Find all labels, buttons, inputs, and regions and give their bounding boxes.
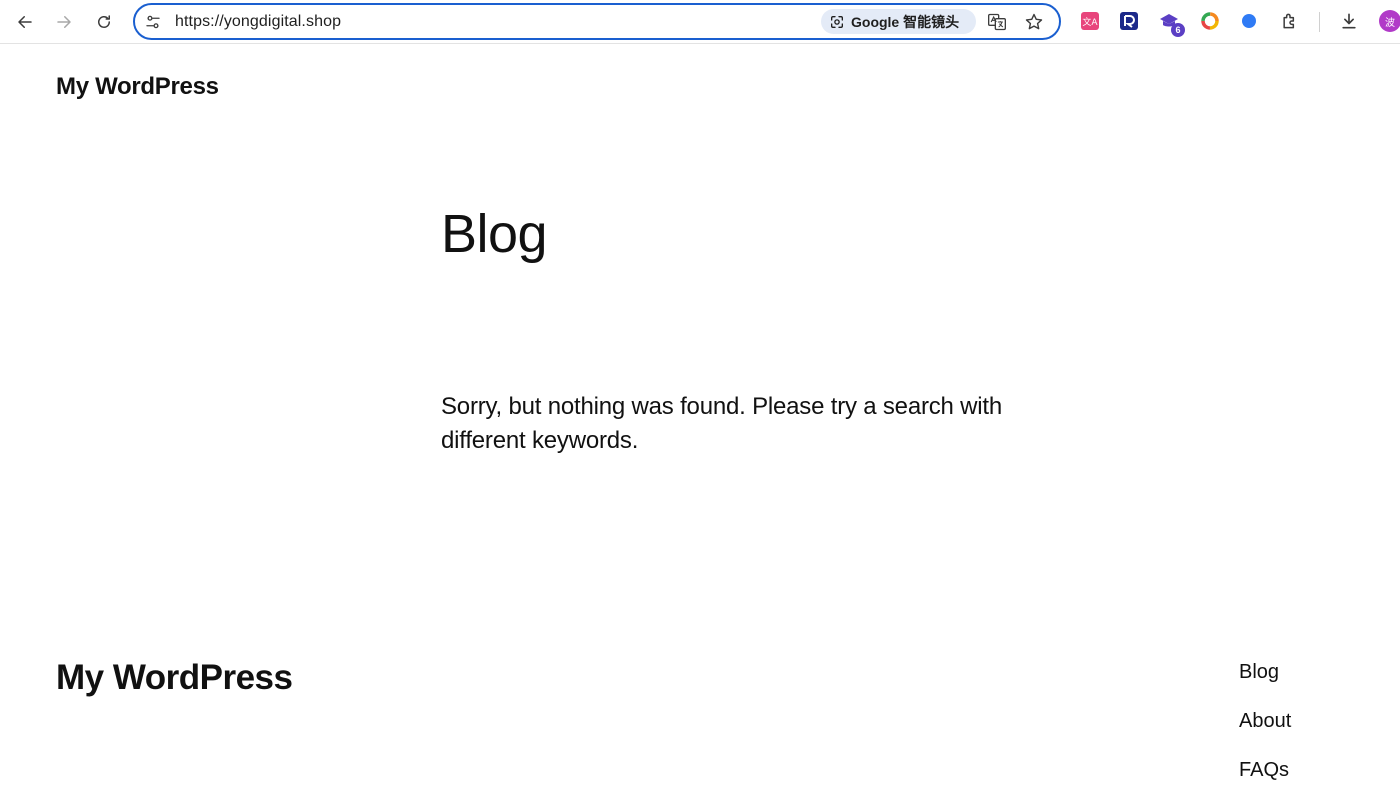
color-ring-icon [1201, 12, 1219, 30]
forward-button[interactable] [50, 8, 78, 36]
arrow-right-icon [57, 16, 71, 28]
url-text[interactable]: https://yongdigital.shop [175, 13, 341, 31]
browser-toolbar: https://yongdigital.shop Google 智能镜头 文A … [0, 0, 1400, 44]
reload-icon [98, 15, 110, 28]
back-button[interactable] [11, 8, 39, 36]
translate-button[interactable] [987, 12, 1007, 32]
footer-link-blog[interactable]: Blog [1239, 660, 1291, 709]
svg-text:文A: 文A [1082, 16, 1098, 28]
download-icon [1342, 13, 1356, 29]
puzzle-icon [1283, 13, 1295, 29]
bookmark-button[interactable] [1024, 12, 1044, 32]
footer-link-faqs[interactable]: FAQs [1239, 758, 1291, 800]
address-bar[interactable]: https://yongdigital.shop Google 智能镜头 [133, 3, 1061, 40]
page-title: Blog [441, 204, 548, 264]
translator-extension-icon: 文A [1081, 12, 1099, 30]
google-lens-button[interactable]: Google 智能镜头 [821, 9, 976, 34]
lens-label: Google 智能镜头 [851, 13, 960, 30]
extensions-menu-button[interactable] [1280, 11, 1300, 31]
star-icon [1025, 13, 1043, 30]
blue-dot-icon [1242, 14, 1256, 28]
footer-link-about[interactable]: About [1239, 709, 1291, 758]
downloads-button[interactable] [1339, 11, 1359, 31]
extension-cap[interactable]: 6 [1159, 11, 1185, 37]
footer-site-title-link[interactable]: My WordPress [56, 658, 293, 698]
reader-extension-icon [1120, 12, 1138, 30]
extension-blue-dot[interactable] [1239, 11, 1259, 31]
footer-navigation: Blog About FAQs [1239, 660, 1291, 800]
extension-badge: 6 [1171, 23, 1185, 37]
extension-reader[interactable] [1119, 11, 1139, 31]
lens-icon [831, 15, 843, 28]
site-settings-icon[interactable] [144, 13, 162, 31]
profile-avatar[interactable]: 波 [1379, 10, 1400, 32]
translate-icon [988, 13, 1006, 31]
toolbar-divider [1319, 12, 1320, 32]
no-results-message: Sorry, but nothing was found. Please try… [441, 393, 1003, 454]
extension-color-ring[interactable] [1200, 11, 1220, 31]
extension-translator[interactable]: 文A [1080, 11, 1100, 31]
reload-button[interactable] [90, 8, 118, 36]
arrow-left-icon [18, 16, 32, 28]
site-title-link[interactable]: My WordPress [56, 73, 219, 101]
